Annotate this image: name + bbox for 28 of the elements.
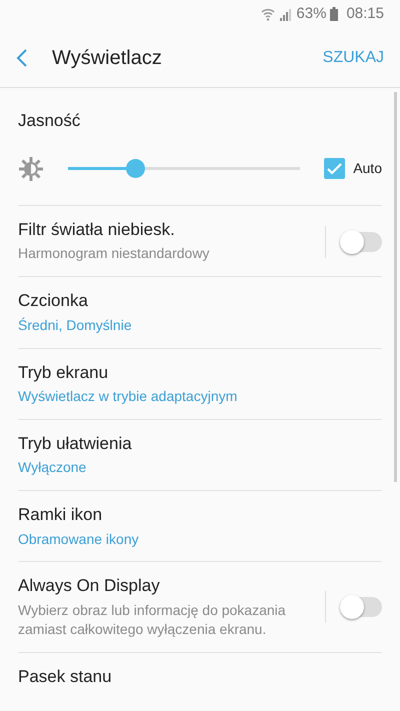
setting-title: Always On Display — [18, 576, 161, 597]
signal-icon — [279, 8, 292, 20]
section-title: Jasność — [18, 111, 82, 132]
setting-title: Tryb ekranu — [18, 362, 110, 383]
toggle-switch[interactable] — [342, 232, 382, 252]
setting-title: Filtr światła niebiesk. — [18, 220, 176, 240]
setting-summary: Wyłączone — [18, 458, 88, 478]
setting-title: Czcionka — [18, 291, 89, 312]
battery-icon — [330, 7, 338, 21]
toggle-switch[interactable] — [342, 597, 382, 618]
setting-summary: Średni, Domyślnie — [18, 316, 133, 335]
setting-summary: Obramowane ikony — [18, 530, 140, 548]
setting-title: Tryb ułatwienia — [18, 434, 133, 454]
slider-thumb[interactable] — [126, 159, 146, 178]
auto-label: Auto — [353, 159, 382, 178]
battery-percent: 63% — [296, 4, 326, 24]
setting-summary: Harmonogram niestandardowy — [18, 244, 210, 264]
wifi-icon — [261, 8, 276, 20]
clock: 08:15 — [346, 4, 384, 24]
page-title: Wyświetlacz — [52, 46, 163, 70]
brightness-icon — [18, 156, 44, 182]
setting-title: Ramki ikon — [18, 505, 104, 526]
setting-title: Pasek stanu — [18, 666, 113, 687]
back-icon[interactable] — [16, 48, 28, 66]
setting-summary: Wyświetlacz w trybie adaptacyjnym — [18, 386, 238, 406]
auto-checkbox[interactable] — [324, 158, 346, 180]
search-button[interactable]: SZUKAJ — [322, 46, 384, 70]
setting-summary: Wybierz obraz lub informację do pokazania zamiast całkowitego wyłączenia ekranu. — [18, 600, 287, 639]
